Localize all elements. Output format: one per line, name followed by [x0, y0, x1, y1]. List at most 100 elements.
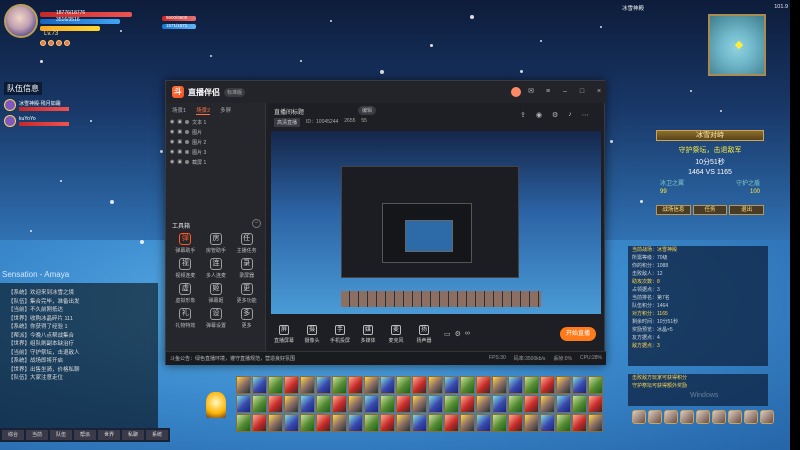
tab-scene-2[interactable]: 场景2	[196, 106, 211, 115]
control-button[interactable]: 媒多媒体	[354, 324, 382, 344]
skill-slot-icon[interactable]	[348, 414, 363, 432]
skill-slot-icon[interactable]	[236, 395, 251, 413]
scene-item[interactable]: ◉ ▣ 截屏 1	[166, 157, 265, 167]
buff-icon[interactable]	[56, 40, 62, 46]
player-avatar[interactable]	[4, 4, 38, 38]
scene-item[interactable]: ◉ ▣ 文本 1	[166, 117, 265, 127]
skill-slot-icon[interactable]	[380, 395, 395, 413]
skill-slot-icon[interactable]	[476, 414, 491, 432]
skill-slot-icon[interactable]	[396, 395, 411, 413]
function-icon[interactable]	[632, 410, 646, 424]
buff-icon[interactable]	[64, 40, 70, 46]
chat-tab[interactable]: 帮派	[74, 430, 96, 440]
skill-slot-icon[interactable]	[444, 414, 459, 432]
control-button[interactable]: 麦麦克风	[382, 324, 410, 344]
skill-slot-icon[interactable]	[412, 395, 427, 413]
skill-slot-icon[interactable]	[380, 376, 395, 394]
camera-icon[interactable]: ▭	[444, 330, 451, 338]
skill-slot-icon[interactable]	[300, 395, 315, 413]
skill-slot-icon[interactable]	[556, 376, 571, 394]
eye-icon[interactable]: ◉	[170, 149, 174, 155]
tab-multi-screen[interactable]: 多屏	[220, 106, 231, 114]
scene-item[interactable]: ◉ ▣ 图片 2	[166, 137, 265, 147]
tool-item[interactable]: 更更多功能	[231, 283, 262, 304]
skill-slot-icon[interactable]	[428, 376, 443, 394]
chat-tab[interactable]: 队伍	[50, 430, 72, 440]
skill-slot-icon[interactable]	[492, 414, 507, 432]
lock-icon[interactable]: ▣	[177, 159, 182, 165]
scene-item[interactable]: ◉ ▣ 图片	[166, 127, 265, 137]
battle-task-button[interactable]: 任务	[692, 205, 728, 215]
skill-slot-icon[interactable]	[380, 414, 395, 432]
skill-slot-icon[interactable]	[460, 395, 475, 413]
skill-slot-icon[interactable]	[252, 414, 267, 432]
skill-slot-icon[interactable]	[572, 414, 587, 432]
chat-tab[interactable]: 私聊	[122, 430, 144, 440]
tool-item[interactable]: 视视频连麦	[170, 258, 201, 279]
chat-tab[interactable]: 当前	[26, 430, 48, 440]
more-icon[interactable]: ⋯	[582, 111, 589, 119]
skill-slot-icon[interactable]	[396, 376, 411, 394]
skill-slot-icon[interactable]	[524, 395, 539, 413]
settings-icon[interactable]: ⚙	[552, 111, 558, 119]
skill-slot-icon[interactable]	[316, 414, 331, 432]
user-avatar[interactable]	[511, 87, 521, 97]
scene-item[interactable]: ◉ ▣ 图片 3	[166, 147, 265, 157]
skill-slot-icon[interactable]	[412, 414, 427, 432]
skill-slot-icon[interactable]	[460, 414, 475, 432]
control-button[interactable]: 摄摄像头	[298, 324, 326, 344]
skill-slot-icon[interactable]	[332, 395, 347, 413]
skill-slot-icon[interactable]	[476, 376, 491, 394]
link-icon[interactable]: ∞	[465, 330, 470, 338]
maximize-icon[interactable]: □	[575, 85, 589, 99]
team-member[interactable]: 冰雪神殿·残月如霜	[4, 99, 100, 111]
share-icon[interactable]: ⇪	[520, 111, 526, 119]
lock-icon[interactable]: ▣	[177, 149, 182, 155]
chat-tab[interactable]: 世界	[98, 430, 120, 440]
lock-icon[interactable]: ▣	[177, 129, 182, 135]
minimap[interactable]	[708, 14, 766, 76]
skill-slot-icon[interactable]	[316, 395, 331, 413]
skill-slot-icon[interactable]	[476, 395, 491, 413]
function-icon[interactable]	[728, 410, 742, 424]
skill-slot-icon[interactable]	[300, 414, 315, 432]
buff-icon[interactable]	[48, 40, 54, 46]
skill-slot-icon[interactable]	[524, 414, 539, 432]
skill-slot-icon[interactable]	[348, 395, 363, 413]
chat-tab[interactable]: 综合	[2, 430, 24, 440]
tool-item[interactable]: 虚虚拟形象	[170, 283, 201, 304]
skill-slot-icon[interactable]	[332, 376, 347, 394]
tool-item[interactable]: 弹弹幕助手	[170, 233, 201, 254]
skill-slot-icon[interactable]	[332, 414, 347, 432]
team-member[interactable]: kuYoYo	[4, 115, 100, 127]
skill-slot-icon[interactable]	[508, 395, 523, 413]
function-icon[interactable]	[664, 410, 678, 424]
skill-slot-icon[interactable]	[556, 395, 571, 413]
skill-slot-icon[interactable]	[268, 376, 283, 394]
function-icon[interactable]	[712, 410, 726, 424]
skill-slot-icon[interactable]	[508, 414, 523, 432]
eye-icon[interactable]: ◉	[170, 119, 174, 125]
skill-slot-icon[interactable]	[284, 414, 299, 432]
skill-slot-icon[interactable]	[252, 376, 267, 394]
tab-scene-1[interactable]: 场景1	[172, 106, 186, 114]
skill-slot-icon[interactable]	[588, 376, 603, 394]
function-icon[interactable]	[696, 410, 710, 424]
tool-item[interactable]: 录录屏器	[231, 258, 262, 279]
tool-item[interactable]: 姬弹幕姬	[201, 283, 232, 304]
skill-slot-icon[interactable]	[364, 395, 379, 413]
skill-slot-icon[interactable]	[460, 376, 475, 394]
skill-slot-icon[interactable]	[540, 414, 555, 432]
lock-icon[interactable]: ▣	[177, 119, 182, 125]
target-frame[interactable]: 9600/9600 1571/1571	[162, 15, 222, 34]
collapse-icon[interactable]: −	[252, 219, 261, 228]
message-icon[interactable]: ✉	[524, 85, 538, 99]
function-icon[interactable]	[680, 410, 694, 424]
menu-icon[interactable]: ≡	[541, 85, 555, 99]
skill-slot-icon[interactable]	[428, 395, 443, 413]
skill-slot-icon[interactable]	[540, 395, 555, 413]
pet-icon[interactable]	[206, 392, 226, 418]
skill-slot-icon[interactable]	[412, 376, 427, 394]
skill-slot-icon[interactable]	[540, 376, 555, 394]
stream-preview[interactable]	[271, 131, 601, 314]
